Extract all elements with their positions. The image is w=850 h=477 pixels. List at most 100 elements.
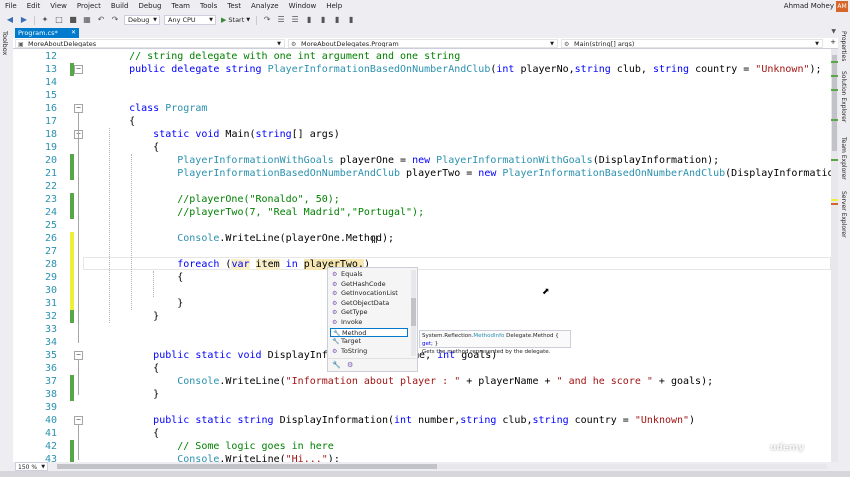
member-dropdown[interactable]: ⚙ Main(string[] args) ▼ bbox=[561, 39, 823, 48]
intellisense-list[interactable]: ⚙ ToString 🔧 Target 🔧 Method ⚙ Invoke ⚙ GetType ⚙ G… bbox=[327, 267, 418, 372]
code-token: "Unknown" bbox=[755, 64, 810, 75]
start-button[interactable]: ▶ Start ▼ bbox=[221, 16, 250, 24]
comment-icon[interactable]: ☰ bbox=[276, 15, 286, 25]
change-indicator bbox=[70, 271, 74, 284]
horizontal-scrollbar[interactable] bbox=[57, 464, 827, 469]
menu-item-tools[interactable]: Tools bbox=[195, 0, 222, 13]
code-line[interactable]: // Some logic goes in here bbox=[105, 440, 334, 453]
tab-overflow-icon[interactable]: ▼ bbox=[831, 28, 836, 35]
uncomment-icon[interactable]: ☰ bbox=[290, 15, 300, 25]
code-line[interactable]: PlayerInformationWithGoals playerOne = n… bbox=[105, 154, 719, 167]
code-line[interactable]: } bbox=[105, 388, 159, 401]
horizontal-scroll-thumb[interactable] bbox=[57, 464, 437, 469]
code-line[interactable]: PlayerInformationBasedOnNumberAndClub pl… bbox=[105, 167, 831, 180]
menu-item-window[interactable]: Window bbox=[284, 0, 322, 13]
watermark-logo: udemy bbox=[770, 443, 805, 453]
intellisense-scrollbar[interactable] bbox=[411, 270, 416, 356]
code-line[interactable]: // string delegate with one int argument… bbox=[105, 50, 460, 63]
split-editor-icon[interactable]: + bbox=[830, 38, 836, 46]
code-line[interactable]: public delegate string PlayerInformation… bbox=[105, 63, 821, 76]
wrench-filter-icon[interactable]: 🔧 bbox=[332, 361, 341, 369]
bookmark-next-icon[interactable]: ▮ bbox=[332, 15, 342, 25]
menu-item-team[interactable]: Team bbox=[166, 0, 195, 13]
intellisense-item[interactable]: 🔧 Target bbox=[330, 337, 408, 347]
menu-item-view[interactable]: View bbox=[45, 0, 72, 13]
code-line[interactable]: { bbox=[105, 141, 159, 154]
class-dropdown[interactable]: ⚙ MoreAboutDelegates.Program ▼ bbox=[288, 39, 558, 48]
code-line[interactable]: static void Main(string[] args) bbox=[105, 128, 340, 141]
intellisense-item[interactable]: ⚙ GetInvocationList bbox=[330, 289, 408, 299]
bookmark-prev-icon[interactable]: ▮ bbox=[318, 15, 328, 25]
menu-item-project[interactable]: Project bbox=[72, 0, 106, 13]
menu-item-build[interactable]: Build bbox=[106, 0, 134, 13]
configuration-dropdown[interactable]: Debug ▼ bbox=[124, 15, 160, 25]
team-explorer-tab[interactable]: Team Explorer bbox=[840, 137, 847, 180]
code-line[interactable]: { bbox=[105, 362, 159, 375]
vertical-scroll-thumb[interactable] bbox=[832, 55, 837, 151]
step-into-icon[interactable]: ↷ bbox=[262, 15, 272, 25]
intellisense-item[interactable]: ⚙ GetHashCode bbox=[330, 280, 408, 290]
code-editor[interactable]: 12 // string delegate with one int argum… bbox=[13, 49, 831, 462]
intellisense-filter-bar: 🔧 ⚙ bbox=[328, 358, 417, 371]
save-all-icon[interactable]: ▦ bbox=[82, 15, 92, 25]
menu-item-analyze[interactable]: Analyze bbox=[246, 0, 284, 13]
method-filter-icon[interactable]: ⚙ bbox=[347, 361, 353, 369]
collapse-toggle-icon[interactable]: − bbox=[74, 416, 83, 425]
menu-item-help[interactable]: Help bbox=[321, 0, 347, 13]
intellisense-item[interactable]: ⚙ Equals bbox=[330, 270, 408, 280]
code-line[interactable]: } bbox=[105, 310, 159, 323]
intellisense-scroll-thumb[interactable] bbox=[411, 298, 416, 326]
back-arrow-icon[interactable]: ◀ bbox=[5, 15, 15, 25]
code-line[interactable]: { bbox=[105, 271, 183, 284]
code-line[interactable]: Console.WriteLine("Hi..."); bbox=[105, 453, 340, 462]
menu-item-test[interactable]: Test bbox=[222, 0, 246, 13]
code-line[interactable]: //playerOne("Ronaldo", 50); bbox=[105, 193, 340, 206]
code-line[interactable]: { bbox=[105, 427, 159, 440]
user-avatar[interactable]: AM bbox=[836, 1, 848, 12]
platform-dropdown[interactable]: Any CPU ▼ bbox=[164, 15, 216, 25]
properties-tab[interactable]: Properties bbox=[840, 31, 847, 61]
collapse-toggle-icon[interactable]: − bbox=[74, 351, 83, 360]
menu-item-debug[interactable]: Debug bbox=[133, 0, 166, 13]
bookmark-icon[interactable]: ▮ bbox=[304, 15, 314, 25]
collapse-toggle-icon[interactable]: − bbox=[74, 104, 83, 113]
line-number: 37 bbox=[44, 376, 57, 387]
menu-item-file[interactable]: File bbox=[0, 0, 22, 13]
bookmark-clear-icon[interactable]: ▮ bbox=[346, 15, 356, 25]
intellisense-item[interactable]: ⚙ ToString bbox=[330, 347, 408, 357]
code-line[interactable]: class Program bbox=[105, 102, 207, 115]
toolbox-tab[interactable]: Toolbox bbox=[1, 31, 9, 55]
solution-explorer-tab[interactable]: Solution Explorer bbox=[840, 71, 847, 122]
vertical-scrollbar[interactable] bbox=[831, 49, 838, 462]
code-line[interactable]: //playerTwo(7, "Real Madrid","Portugal")… bbox=[105, 206, 424, 219]
collapse-toggle-icon[interactable]: − bbox=[74, 65, 83, 74]
project-dropdown[interactable]: ▣ MoreAboutDelegates ▼ bbox=[15, 39, 285, 48]
tab-program-cs[interactable]: Program.cs* ✕ bbox=[15, 28, 79, 38]
code-line[interactable]: Console.WriteLine(playerOne.Method); bbox=[105, 232, 394, 245]
intellisense-item-label: GetObjectData bbox=[341, 298, 390, 307]
code-line[interactable]: public static void DisplayInformati Name,… bbox=[105, 349, 497, 362]
zoom-dropdown[interactable]: 150 % ▼ bbox=[15, 462, 49, 471]
code-line[interactable]: } bbox=[105, 297, 183, 310]
menu-item-edit[interactable]: Edit bbox=[22, 0, 46, 13]
new-project-icon[interactable]: ✦ bbox=[40, 15, 50, 25]
code-line[interactable]: Console.WriteLine("Information about pla… bbox=[105, 375, 713, 388]
code-line[interactable]: public static string DisplayInformation(… bbox=[105, 414, 695, 427]
undo-icon[interactable]: ↶ bbox=[96, 15, 106, 25]
change-marker bbox=[831, 89, 838, 91]
user-name[interactable]: Ahmad Mohey bbox=[784, 0, 834, 13]
intellisense-item[interactable]: ⚙ Invoke bbox=[330, 318, 408, 328]
intellisense-item[interactable]: ⚙ GetObjectData bbox=[330, 299, 408, 309]
forward-arrow-icon[interactable]: ▶ bbox=[19, 15, 29, 25]
method-icon: ⚙ bbox=[332, 280, 338, 288]
code-line[interactable]: { bbox=[105, 115, 135, 128]
server-explorer-tab[interactable]: Server Explorer bbox=[840, 191, 847, 238]
save-icon[interactable]: ■ bbox=[68, 15, 78, 25]
close-icon[interactable]: ✕ bbox=[71, 28, 76, 38]
intellisense-item[interactable]: 🔧 Method bbox=[330, 327, 408, 338]
open-folder-icon[interactable]: □ bbox=[54, 15, 64, 25]
intellisense-item[interactable]: ⚙ GetType bbox=[330, 308, 408, 318]
redo-icon[interactable]: ↷ bbox=[110, 15, 120, 25]
